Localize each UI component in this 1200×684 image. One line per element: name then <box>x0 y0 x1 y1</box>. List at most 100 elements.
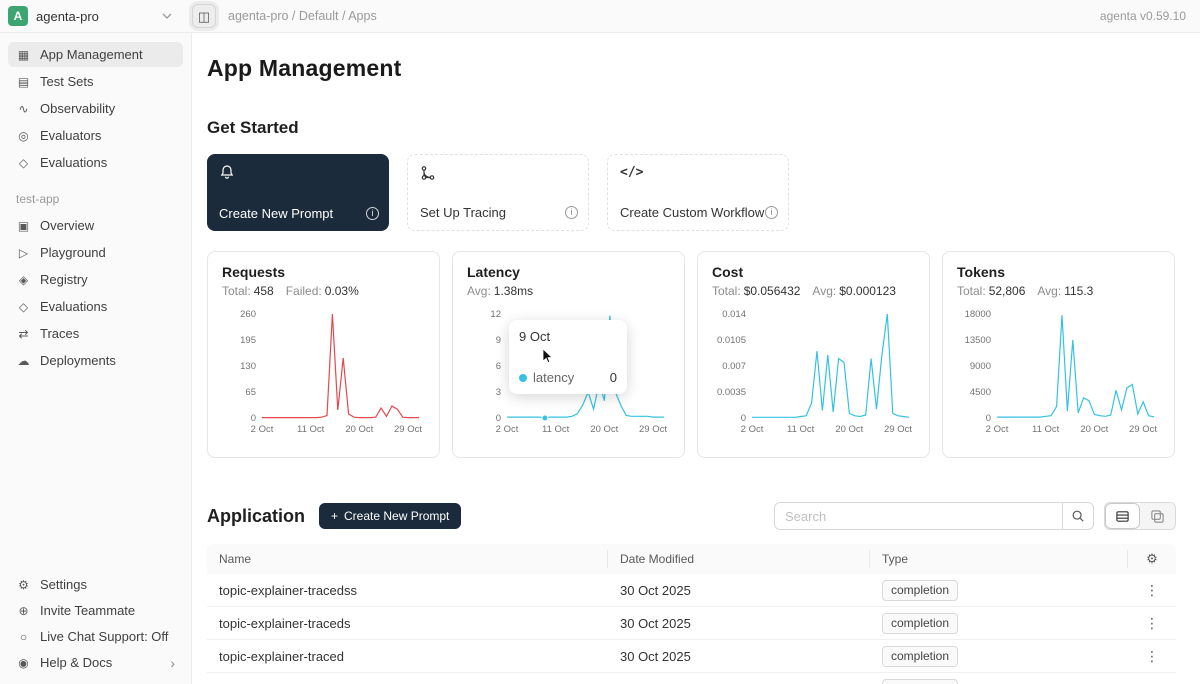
type-badge: completion <box>882 580 958 601</box>
column-header-name[interactable]: Name <box>207 550 608 568</box>
sidebar-item-help-docs[interactable]: ◉ Help & Docs › <box>8 650 183 675</box>
diamond-icon: ◇ <box>16 156 31 170</box>
svg-text:20 Oct: 20 Oct <box>1080 424 1108 435</box>
info-icon[interactable]: i <box>565 206 578 219</box>
workspace-avatar: A <box>8 6 28 26</box>
table-row[interactable]: topic-explainer-tracedss 30 Oct 2025 com… <box>207 574 1176 607</box>
wave-chart-icon: ∿ <box>16 102 31 116</box>
metric-stats: Total:52,806 Avg:115.3 <box>957 284 1160 298</box>
card-view-icon <box>1150 509 1165 524</box>
row-menu-button[interactable]: ⋮ <box>1128 582 1176 599</box>
sidebar-item-overview[interactable]: ▣ Overview <box>8 213 183 238</box>
chevron-down-icon <box>162 13 172 19</box>
sidebar-item-traces[interactable]: ⇄ Traces <box>8 321 183 346</box>
table-row[interactable]: topic-explainer-traced 30 Oct 2025 compl… <box>207 640 1176 673</box>
svg-text:18000: 18000 <box>965 309 991 320</box>
bell-icon <box>219 164 235 180</box>
svg-text:65: 65 <box>245 387 256 398</box>
app-section-label: test-app <box>16 192 175 206</box>
cost-metric-card: Cost Total:$0.056432 Avg:$0.000123 00.00… <box>697 251 930 458</box>
sidebar-item-evaluators[interactable]: ◎ Evaluators <box>8 123 183 148</box>
sidebar-item-label: Evaluations <box>40 155 107 170</box>
svg-text:9000: 9000 <box>970 361 991 372</box>
svg-text:0: 0 <box>496 413 501 424</box>
card-view-button[interactable] <box>1140 503 1175 529</box>
table-row[interactable]: career-assessment 27 Oct 2025 completion… <box>207 673 1176 684</box>
chevron-right-icon: › <box>170 655 175 671</box>
column-header-type[interactable]: Type <box>870 550 1128 568</box>
svg-text:13500: 13500 <box>965 335 991 346</box>
metric-title: Latency <box>467 264 670 280</box>
gauge-icon: ◎ <box>16 129 31 143</box>
search-input[interactable] <box>774 502 1062 530</box>
sidebar-item-observability[interactable]: ∿ Observability <box>8 96 183 121</box>
create-new-prompt-button[interactable]: + Create New Prompt <box>319 503 461 529</box>
sidebar-toggle-button[interactable]: ◫ <box>192 4 216 28</box>
sidebar-item-test-sets[interactable]: ▤ Test Sets <box>8 69 183 94</box>
sidebar-item-label: Evaluations <box>40 299 107 314</box>
set-up-tracing-card[interactable]: Set Up Tracing i <box>407 154 589 231</box>
search-button[interactable] <box>1062 502 1094 530</box>
svg-text:195: 195 <box>240 335 256 346</box>
sidebar-item-label: Observability <box>40 101 115 116</box>
table-row[interactable]: topic-explainer-traceds 30 Oct 2025 comp… <box>207 607 1176 640</box>
type-badge: completion <box>882 613 958 634</box>
table-view-button[interactable] <box>1105 503 1140 529</box>
metric-stats: Total:$0.056432 Avg:$0.000123 <box>712 284 915 298</box>
tracing-icon <box>420 165 436 181</box>
svg-text:12: 12 <box>490 309 501 320</box>
app-date-modified: 30 Oct 2025 <box>608 616 870 631</box>
sidebar-item-invite-teammate[interactable]: ⊕ Invite Teammate <box>8 598 183 623</box>
create-new-prompt-card[interactable]: Create New Prompt i <box>207 154 389 231</box>
sidebar-item-app-evaluations[interactable]: ◇ Evaluations <box>8 294 183 319</box>
svg-text:11 Oct: 11 Oct <box>787 424 815 435</box>
grid-icon: ▦ <box>16 48 31 62</box>
gear-icon: ⚙ <box>16 578 31 592</box>
sidebar-item-playground[interactable]: ▷ Playground <box>8 240 183 265</box>
sidebar-item-deployments[interactable]: ☁ Deployments <box>8 348 183 373</box>
row-menu-button[interactable]: ⋮ <box>1128 648 1176 665</box>
sidebar-item-label: Live Chat Support: Off <box>40 629 168 644</box>
app-name: topic-explainer-traceds <box>207 616 608 631</box>
svg-text:20 Oct: 20 Oct <box>590 424 618 435</box>
create-custom-workflow-card[interactable]: </> Create Custom Workflow i <box>607 154 789 231</box>
requests-metric-card: Requests Total:458 Failed:0.03% 06513019… <box>207 251 440 458</box>
sidebar: ▦ App Management ▤ Test Sets ∿ Observabi… <box>0 33 192 684</box>
monitor-icon: ▣ <box>16 219 31 233</box>
sidebar-item-app-management[interactable]: ▦ App Management <box>8 42 183 67</box>
info-icon[interactable]: i <box>366 207 379 220</box>
sidebar-item-label: App Management <box>40 47 143 62</box>
row-menu-button[interactable]: ⋮ <box>1128 615 1176 632</box>
row-menu-button[interactable]: ⋮ <box>1128 681 1176 684</box>
metrics-row: Requests Total:458 Failed:0.03% 06513019… <box>207 251 1176 458</box>
column-header-date-modified[interactable]: Date Modified <box>608 550 870 568</box>
workspace-switcher[interactable]: A agenta-pro <box>8 6 180 26</box>
breadcrumb[interactable]: agenta-pro / Default / Apps <box>228 9 377 23</box>
svg-text:4500: 4500 <box>970 387 991 398</box>
svg-text:3: 3 <box>496 387 501 398</box>
svg-text:260: 260 <box>240 309 256 320</box>
gear-icon[interactable]: ⚙ <box>1146 550 1158 568</box>
search-group <box>774 502 1094 530</box>
metric-stats: Avg:1.38ms <box>467 284 670 298</box>
app-date-modified: 30 Oct 2025 <box>608 583 870 598</box>
tooltip-value: 0 <box>610 370 617 385</box>
page-title: App Management <box>207 55 1176 82</box>
sidebar-item-evaluations[interactable]: ◇ Evaluations <box>8 150 183 175</box>
svg-text:2 Oct: 2 Oct <box>496 424 519 435</box>
svg-text:29 Oct: 29 Oct <box>884 424 912 435</box>
registry-icon: ◈ <box>16 273 31 287</box>
svg-text:2 Oct: 2 Oct <box>741 424 764 435</box>
type-badge: completion <box>882 679 958 684</box>
info-icon[interactable]: i <box>765 206 778 219</box>
cloud-icon: ☁ <box>16 354 31 368</box>
series-dot-icon <box>519 374 527 382</box>
sidebar-item-settings[interactable]: ⚙ Settings <box>8 572 183 597</box>
play-icon: ▷ <box>16 246 31 260</box>
sidebar-item-live-chat-support[interactable]: ○ Live Chat Support: Off <box>8 624 183 649</box>
tooltip-series: latency <box>533 370 574 385</box>
card-label: Set Up Tracing <box>420 205 506 220</box>
sidebar-item-registry[interactable]: ◈ Registry <box>8 267 183 292</box>
create-button-label: Create New Prompt <box>344 509 449 523</box>
tokens-metric-card: Tokens Total:52,806 Avg:115.3 0450090001… <box>942 251 1175 458</box>
